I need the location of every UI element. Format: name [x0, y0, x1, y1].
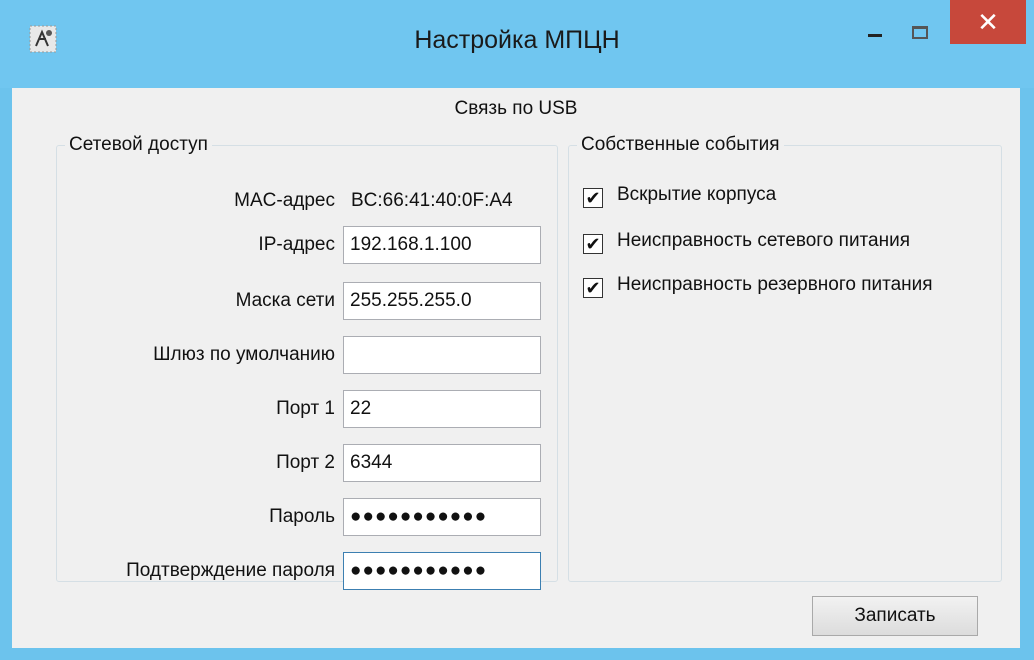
close-icon[interactable]: ✕ [950, 0, 1026, 44]
port2-label: Порт 2 [276, 452, 335, 473]
title-bar[interactable]: Настройка МПЦН ✕ [0, 0, 1034, 88]
write-button[interactable]: Записать [812, 596, 978, 636]
confirm-password-field[interactable]: ●●●●●●●●●●● [343, 552, 541, 590]
mask-field[interactable]: 255.255.255.0 [343, 282, 541, 320]
mains-power-fault-label[interactable]: Неисправность сетевого питания [617, 230, 910, 252]
mains-power-fault-checkbox[interactable]: ✔ [583, 234, 603, 254]
password-field[interactable]: ●●●●●●●●●●● [343, 498, 541, 536]
client-area: Связь по USB Сетевой доступ MAC-адрес BC… [12, 88, 1020, 648]
minimize-icon[interactable] [854, 0, 894, 40]
password-label: Пароль [269, 506, 335, 527]
gateway-label: Шлюз по умолчанию [153, 344, 335, 365]
mac-value: BC:66:41:40:0F:A4 [351, 190, 513, 211]
gateway-field[interactable] [343, 336, 541, 374]
mask-label: Маска сети [235, 290, 335, 311]
network-access-legend: Сетевой доступ [69, 134, 208, 155]
maximize-icon[interactable] [896, 0, 948, 40]
port1-field[interactable]: 22 [343, 390, 541, 428]
backup-power-fault-label[interactable]: Неисправность резервного питания [617, 274, 933, 296]
ip-label: IP-адрес [258, 234, 335, 255]
case-opening-label[interactable]: Вскрытие корпуса [617, 184, 776, 206]
backup-power-fault-checkbox[interactable]: ✔ [583, 278, 603, 298]
port1-label: Порт 1 [276, 398, 335, 419]
own-events-group: Собственные события ✔ Вскрытие корпуса ✔… [568, 134, 1002, 582]
usb-connection-label: Связь по USB [454, 98, 578, 119]
mac-label: MAC-адрес [234, 190, 335, 211]
case-opening-checkbox[interactable]: ✔ [583, 188, 603, 208]
ip-field[interactable]: 192.168.1.100 [343, 226, 541, 264]
settings-window: Настройка МПЦН ✕ Связь по USB Сетевой до… [0, 0, 1034, 660]
own-events-legend: Собственные события [581, 134, 780, 155]
port2-field[interactable]: 6344 [343, 444, 541, 482]
confirm-password-label: Подтверждение пароля [126, 560, 335, 581]
network-access-group: Сетевой доступ MAC-адрес BC:66:41:40:0F:… [56, 134, 558, 590]
